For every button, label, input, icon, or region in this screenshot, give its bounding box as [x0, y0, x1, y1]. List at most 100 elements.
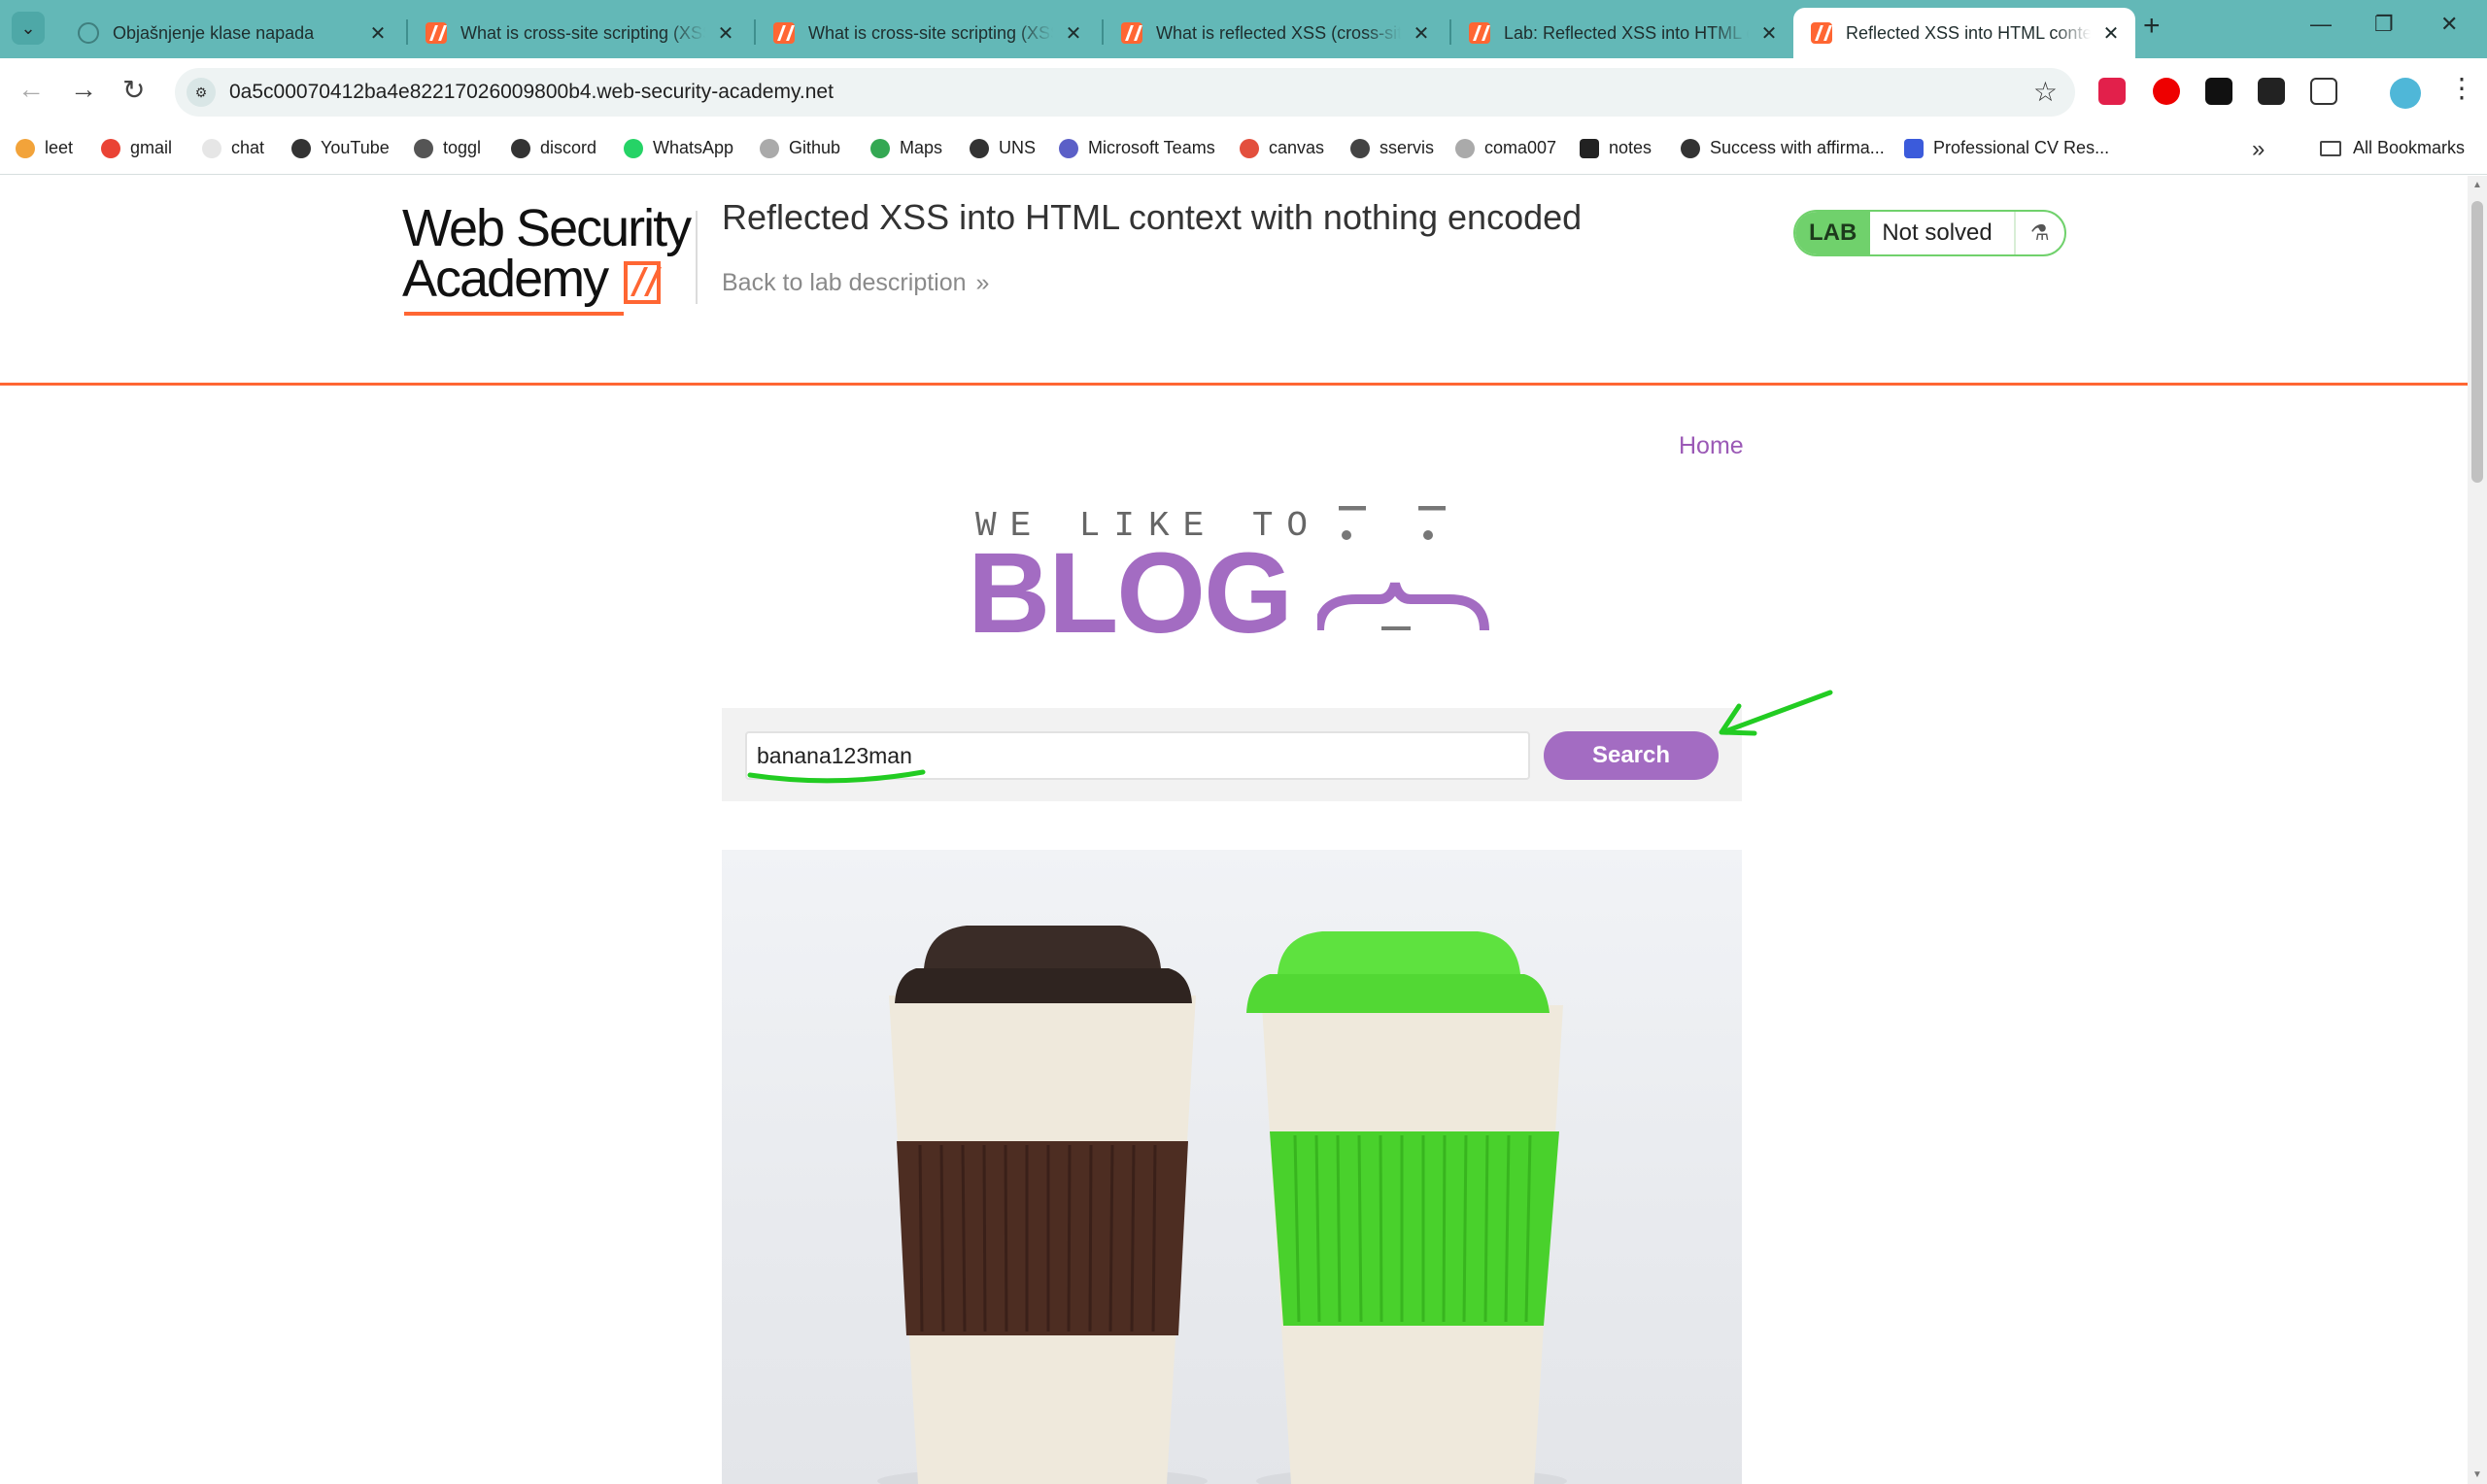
tab-1[interactable]: What is cross-site scripting (XSS) ✕: [408, 8, 750, 58]
arrow-left-icon: ←: [17, 74, 45, 104]
tab-0[interactable]: Objašnjenje klase napada ✕: [60, 8, 402, 58]
bookmark-star-icon[interactable]: ☆: [2033, 76, 2058, 108]
extension-opera-icon[interactable]: [2153, 78, 2180, 105]
canvas-icon: [1240, 138, 1259, 158]
bookmark-12[interactable]: sservis: [1350, 138, 1434, 158]
extension-notion-icon[interactable]: [2205, 78, 2232, 105]
blog-post-image[interactable]: [722, 850, 1742, 1484]
menu-kebab-icon[interactable]: ⋮: [2448, 72, 2475, 104]
chevron-down-icon: ⌄: [20, 18, 36, 38]
page-scrollbar[interactable]: ▲ ▼: [2468, 176, 2487, 1484]
gmail-icon: [101, 138, 120, 158]
bookmark-13[interactable]: coma007: [1455, 138, 1556, 158]
globe-icon: [511, 138, 530, 158]
more-bookmarks-icon[interactable]: »: [2252, 136, 2265, 163]
bookmark-9[interactable]: UNS: [970, 138, 1036, 158]
annotation-arrow-shaft: [1722, 690, 1833, 734]
chatgpt-icon: [78, 22, 99, 44]
github-icon: [760, 138, 779, 158]
tab-title: Lab: Reflected XSS into HTML c: [1504, 22, 1749, 43]
back-button[interactable]: ←: [17, 74, 45, 105]
close-icon[interactable]: ✕: [715, 21, 736, 46]
portswigger-icon: [1811, 22, 1832, 44]
scroll-up-icon[interactable]: ▲: [2472, 180, 2482, 190]
restore-button[interactable]: ❐: [2374, 12, 2394, 37]
close-icon[interactable]: ✕: [2100, 21, 2122, 46]
bookmark-16[interactable]: Professional CV Res...: [1904, 138, 2109, 158]
url-text[interactable]: 0a5c00070412ba4e82217026009800b4.web-sec…: [229, 81, 834, 104]
site-info-icon[interactable]: ⚙: [187, 78, 216, 107]
bookmark-2[interactable]: chat: [202, 138, 264, 158]
portswigger-icon: [1469, 22, 1490, 44]
annotation-overlay: [747, 690, 1833, 784]
minimize-button[interactable]: —: [2310, 12, 2332, 37]
coffee-cups-image: [877, 926, 1567, 1484]
close-icon[interactable]: ✕: [1411, 21, 1432, 46]
new-tab-button[interactable]: +: [2143, 10, 2161, 43]
bookmark-1[interactable]: gmail: [101, 138, 172, 158]
bookmark-label: discord: [540, 138, 597, 157]
bookmark-label: leet: [45, 138, 74, 157]
bookmark-4[interactable]: toggl: [414, 138, 481, 158]
bookmark-label: WhatsApp: [653, 138, 734, 157]
page-viewport: Web Security Academy Reflected XSS into …: [0, 176, 2468, 1484]
forward-button[interactable]: →: [70, 74, 97, 105]
bookmark-label: Maps: [900, 138, 943, 157]
close-icon[interactable]: ✕: [1758, 21, 1780, 46]
whatsapp-icon: [624, 138, 643, 158]
extension-pause-icon[interactable]: [2098, 78, 2126, 105]
tab-search-button[interactable]: ⌄: [12, 12, 45, 45]
notes-icon: [1580, 138, 1599, 158]
tab-title: What is reflected XSS (cross-site: [1156, 22, 1401, 43]
close-window-button[interactable]: ✕: [2440, 12, 2458, 37]
bookmark-label: Success with affirma...: [1710, 138, 1885, 157]
scroll-down-icon[interactable]: ▼: [2472, 1469, 2482, 1480]
bookmark-label: UNS: [999, 138, 1037, 157]
bookmark-0[interactable]: leet: [16, 138, 73, 158]
bookmark-10[interactable]: Microsoft Teams: [1059, 138, 1215, 158]
bookmark-14[interactable]: notes: [1580, 138, 1652, 158]
teams-icon: [1059, 138, 1078, 158]
browser-toolbar: ← → ↻ ⚙ 0a5c00070412ba4e82217026009800b4…: [0, 58, 2487, 126]
bookmark-label: sservis: [1380, 138, 1435, 157]
reload-icon: ↻: [122, 75, 146, 105]
profile-avatar[interactable]: [2390, 78, 2421, 109]
tab-title: What is cross-site scripting (XSS): [460, 22, 705, 43]
tab-5-active[interactable]: Reflected XSS into HTML context ✕: [1793, 8, 2135, 58]
portswigger-icon: [773, 22, 795, 44]
all-bookmarks-label: All Bookmarks: [2353, 138, 2466, 157]
all-bookmarks-button[interactable]: All Bookmarks: [2320, 138, 2465, 158]
address-bar[interactable]: ⚙ 0a5c00070412ba4e82217026009800b4.web-s…: [175, 68, 2075, 117]
bookmark-label: notes: [1609, 138, 1652, 157]
tab-4[interactable]: Lab: Reflected XSS into HTML c ✕: [1451, 8, 1793, 58]
bookmark-11[interactable]: canvas: [1240, 138, 1324, 158]
bookmark-7[interactable]: Github: [760, 138, 840, 158]
extension-send-icon[interactable]: [2258, 78, 2285, 105]
bookmark-8[interactable]: Maps: [870, 138, 942, 158]
bookmark-label: Github: [789, 138, 841, 157]
toggl-icon: [414, 138, 433, 158]
close-icon[interactable]: ✕: [1063, 21, 1084, 46]
bookmark-label: canvas: [1269, 138, 1325, 157]
extensions-puzzle-icon[interactable]: [2310, 78, 2337, 105]
bookmark-15[interactable]: Success with affirma...: [1681, 138, 1885, 158]
bookmarks-bar: leet gmail chat YouTube toggl discord Wh…: [0, 126, 2487, 175]
bookmark-label: coma007: [1484, 138, 1557, 157]
bookmark-3[interactable]: YouTube: [291, 138, 390, 158]
globe-icon: [1681, 138, 1700, 158]
bookmark-label: Microsoft Teams: [1088, 138, 1215, 157]
bookmark-6[interactable]: WhatsApp: [624, 138, 733, 158]
close-icon[interactable]: ✕: [367, 21, 389, 46]
reload-button[interactable]: ↻: [122, 74, 145, 106]
tab-title: Reflected XSS into HTML context: [1846, 22, 2091, 43]
annotation-underline: [747, 769, 926, 784]
restore-icon: ❐: [2374, 12, 2394, 36]
tab-2[interactable]: What is cross-site scripting (XSS) ✕: [756, 8, 1098, 58]
globe-icon: [970, 138, 989, 158]
arrow-right-icon: →: [70, 74, 97, 104]
folder-icon: [2320, 140, 2341, 156]
scrollbar-thumb[interactable]: [2471, 201, 2483, 483]
tab-3[interactable]: What is reflected XSS (cross-site ✕: [1104, 8, 1446, 58]
tab-title: Objašnjenje klase napada: [113, 22, 315, 43]
bookmark-5[interactable]: discord: [511, 138, 596, 158]
